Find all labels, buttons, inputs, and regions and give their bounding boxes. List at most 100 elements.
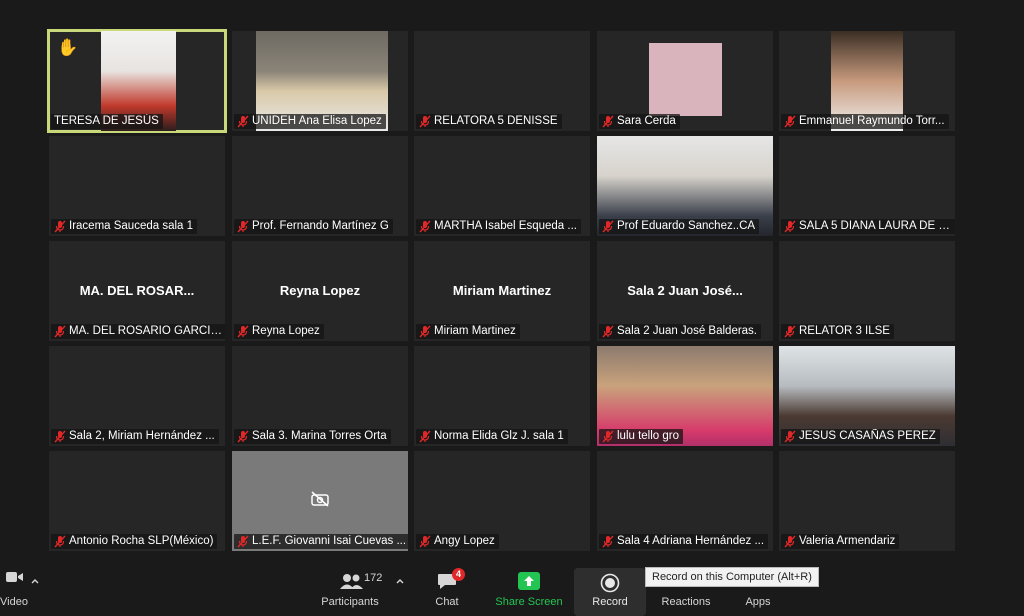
participant-name: Norma Elida Glz J. sala 1: [434, 430, 564, 442]
muted-mic-icon: [419, 115, 431, 128]
participant-tile[interactable]: Sala 2 Juan José... Sala 2 Juan José Bald…: [597, 241, 773, 341]
participant-tile[interactable]: Prof. Fernando Martínez G: [232, 136, 408, 236]
share-screen-button[interactable]: Share Screen: [494, 560, 564, 608]
record-label: Record: [592, 596, 628, 608]
participant-tile[interactable]: RELATOR 3 ILSE: [779, 241, 955, 341]
record-icon: [600, 573, 620, 593]
participant-name-tag: Sala 2, Miriam Hernández ...: [51, 429, 219, 444]
muted-mic-icon: [602, 325, 614, 338]
muted-mic-icon: [54, 430, 66, 443]
participant-name: TERESA DE JESÚS: [54, 115, 159, 127]
participant-name: MA. DEL ROSARIO GARCIA...: [69, 325, 224, 337]
muted-mic-icon: [54, 220, 66, 233]
muted-mic-icon: [419, 535, 431, 548]
participant-tile[interactable]: JESUS CASAÑAS PEREZ: [779, 346, 955, 446]
participant-tile[interactable]: L.E.F. Giovanni Isai Cuevas ...: [232, 451, 408, 551]
participant-name-tag: lulu tello gro: [599, 429, 684, 444]
participant-tile[interactable]: Emmanuel Raymundo Torr...: [779, 31, 955, 131]
participant-tile[interactable]: UNIDEH Ana Elisa Lopez: [232, 31, 408, 131]
participant-name-tag: Prof. Fernando Martínez G: [234, 219, 393, 234]
participant-tile[interactable]: RELATORA 5 DENISSE: [414, 31, 590, 131]
participant-tile[interactable]: MARTHA Isabel Esqueda ...: [414, 136, 590, 236]
participant-name: Sala 2, Miriam Hernández ...: [69, 430, 215, 442]
camera-icon: [6, 572, 23, 582]
muted-mic-icon: [419, 325, 431, 338]
participant-tile[interactable]: Miriam Martinez Miriam Martinez: [414, 241, 590, 341]
participant-tile[interactable]: Norma Elida Glz J. sala 1: [414, 346, 590, 446]
participant-tile[interactable]: lulu tello gro: [597, 346, 773, 446]
participant-tile[interactable]: Iracema Sauceda sala 1: [49, 136, 225, 236]
participant-name-tag: Emmanuel Raymundo Torr...: [781, 114, 949, 129]
participant-name-tag: MARTHA Isabel Esqueda ...: [416, 219, 581, 234]
participant-display-name: Miriam Martinez: [452, 283, 552, 298]
muted-mic-icon: [784, 535, 796, 548]
muted-mic-icon: [237, 535, 249, 548]
meeting-toolbar: Video 172 Participants Chat Share Screen: [0, 560, 1024, 608]
participant-name-tag: Angy Lopez: [416, 534, 499, 549]
participant-display-name: Sala 2 Juan José...: [627, 283, 743, 298]
participant-name-tag: SALA 5 DIANA LAURA DE L...: [781, 219, 955, 234]
muted-mic-icon: [54, 535, 66, 548]
participant-name-tag: Sala 3. Marina Torres Orta: [234, 429, 391, 444]
muted-mic-icon: [784, 430, 796, 443]
muted-mic-icon: [602, 430, 614, 443]
camera-off-icon: [311, 491, 329, 507]
participant-tile[interactable]: Sala 4 Adriana Hernández ...: [597, 451, 773, 551]
participant-name-tag: Antonio Rocha SLP(México): [51, 534, 218, 549]
participant-name: MARTHA Isabel Esqueda ...: [434, 220, 577, 232]
participant-name: JESUS CASAÑAS PEREZ: [799, 430, 936, 442]
participant-tile[interactable]: Angy Lopez: [414, 451, 590, 551]
participant-tile[interactable]: Valeria Armendariz: [779, 451, 955, 551]
participants-icon: [340, 574, 363, 589]
participant-name-tag: UNIDEH Ana Elisa Lopez: [234, 114, 386, 129]
participant-name-tag: MA. DEL ROSARIO GARCIA...: [51, 324, 225, 339]
participant-tile[interactable]: Sala 3. Marina Torres Orta: [232, 346, 408, 446]
participant-name: Sala 3. Marina Torres Orta: [252, 430, 387, 442]
participant-tile[interactable]: Sara Cerda: [597, 31, 773, 131]
participant-name: Valeria Armendariz: [799, 535, 896, 547]
participant-display-name: Reyna Lopez: [279, 283, 361, 298]
participant-name: Antonio Rocha SLP(México): [69, 535, 214, 547]
participant-tile[interactable]: Prof Eduardo Sanchez..CA: [597, 136, 773, 236]
participant-tile[interactable]: Sala 2, Miriam Hernández ...: [49, 346, 225, 446]
participant-name: Prof Eduardo Sanchez..CA: [617, 220, 756, 232]
participant-tile[interactable]: Reyna Lopez Reyna Lopez: [232, 241, 408, 341]
participant-tile[interactable]: SALA 5 DIANA LAURA DE L...: [779, 136, 955, 236]
participant-name: RELATOR 3 ILSE: [799, 325, 890, 337]
participant-name: UNIDEH Ana Elisa Lopez: [252, 115, 382, 127]
participant-name-tag: Sara Cerda: [599, 114, 680, 129]
record-button[interactable]: Record: [574, 568, 646, 616]
chat-label: Chat: [435, 596, 459, 608]
participant-name: RELATORA 5 DENISSE: [434, 115, 558, 127]
participant-name-tag: Iracema Sauceda sala 1: [51, 219, 198, 234]
muted-mic-icon: [602, 115, 614, 128]
participant-name-tag: Reyna Lopez: [234, 324, 324, 339]
participant-name-tag: Valeria Armendariz: [781, 534, 900, 549]
participant-name: Miriam Martinez: [434, 325, 516, 337]
participant-name-tag: TERESA DE JESÚS: [51, 114, 163, 129]
participant-name-tag: RELATOR 3 ILSE: [781, 324, 894, 339]
participant-tile[interactable]: MA. DEL ROSAR... MA. DEL ROSARIO GARCIA..…: [49, 241, 225, 341]
participant-tile[interactable]: ✋ TERESA DE JESÚS: [47, 29, 227, 133]
chat-button[interactable]: Chat: [427, 560, 467, 608]
participant-name-tag: L.E.F. Giovanni Isai Cuevas ...: [234, 534, 408, 549]
participant-name-tag: RELATORA 5 DENISSE: [416, 114, 562, 129]
muted-mic-icon: [419, 430, 431, 443]
participant-name: Emmanuel Raymundo Torr...: [799, 115, 945, 127]
apps-label: Apps: [745, 596, 771, 608]
participant-tile[interactable]: Antonio Rocha SLP(México): [49, 451, 225, 551]
record-tooltip: Record on this Computer (Alt+R): [645, 567, 819, 587]
reactions-label: Reactions: [661, 596, 711, 608]
muted-mic-icon: [237, 220, 249, 233]
share-screen-label: Share Screen: [495, 596, 563, 608]
chevron-up-icon: [396, 579, 404, 584]
participant-name: Angy Lopez: [434, 535, 495, 547]
participant-name: Reyna Lopez: [252, 325, 320, 337]
muted-mic-icon: [419, 220, 431, 233]
muted-mic-icon: [54, 325, 66, 338]
video-options-chevron[interactable]: [28, 560, 42, 608]
participant-name: Prof. Fernando Martínez G: [252, 220, 389, 232]
participants-button[interactable]: 172 Participants: [318, 560, 382, 608]
participant-name-tag: Sala 2 Juan José Balderas.: [599, 324, 762, 339]
participants-options-chevron[interactable]: [393, 560, 407, 608]
